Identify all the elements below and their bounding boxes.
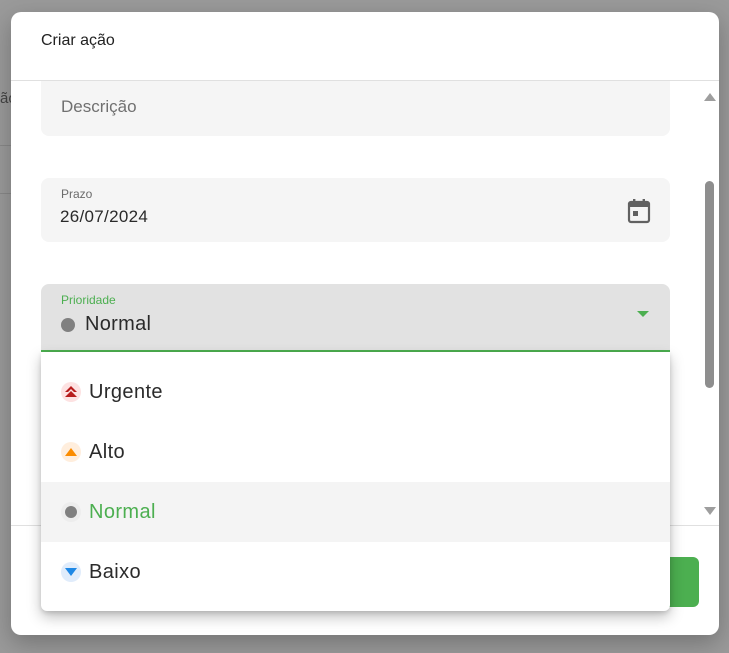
priority-label: Prioridade	[61, 293, 116, 307]
deadline-field[interactable]: Prazo 26/07/2024	[41, 178, 670, 242]
deadline-value: 26/07/2024	[60, 207, 149, 226]
scroll-up-arrow-icon[interactable]	[704, 93, 716, 101]
option-label: Alto	[89, 440, 126, 463]
dialog-header: Criar ação	[11, 12, 719, 81]
description-placeholder: Descrição	[61, 97, 137, 116]
dropdown-caret-icon[interactable]	[637, 311, 649, 317]
scroll-down-arrow-icon[interactable]	[704, 507, 716, 515]
priority-dropdown-menu: Urgente Alto Normal Baixo	[41, 352, 670, 611]
priority-option-baixo[interactable]: Baixo	[41, 542, 670, 602]
option-label: Normal	[89, 500, 156, 523]
circle-dot-icon	[61, 502, 81, 522]
dialog-title: Criar ação	[41, 32, 115, 49]
double-chevron-up-icon	[61, 382, 81, 402]
priority-option-urgente[interactable]: Urgente	[41, 362, 670, 422]
triangle-up-icon	[61, 442, 81, 462]
priority-option-normal[interactable]: Normal	[41, 482, 670, 542]
option-label: Urgente	[89, 380, 163, 403]
circle-dot-icon	[61, 317, 75, 332]
scrollbar-thumb[interactable]	[705, 181, 714, 388]
priority-selected-value: Normal	[61, 313, 151, 336]
description-field[interactable]: Descrição	[41, 81, 670, 136]
priority-option-alto[interactable]: Alto	[41, 422, 670, 482]
deadline-label: Prazo	[61, 187, 93, 201]
triangle-down-icon	[61, 562, 81, 582]
priority-value-text: Normal	[85, 313, 152, 335]
calendar-icon[interactable]	[627, 198, 651, 224]
priority-select[interactable]: Prioridade Normal	[41, 284, 670, 352]
option-label: Baixo	[89, 560, 142, 583]
